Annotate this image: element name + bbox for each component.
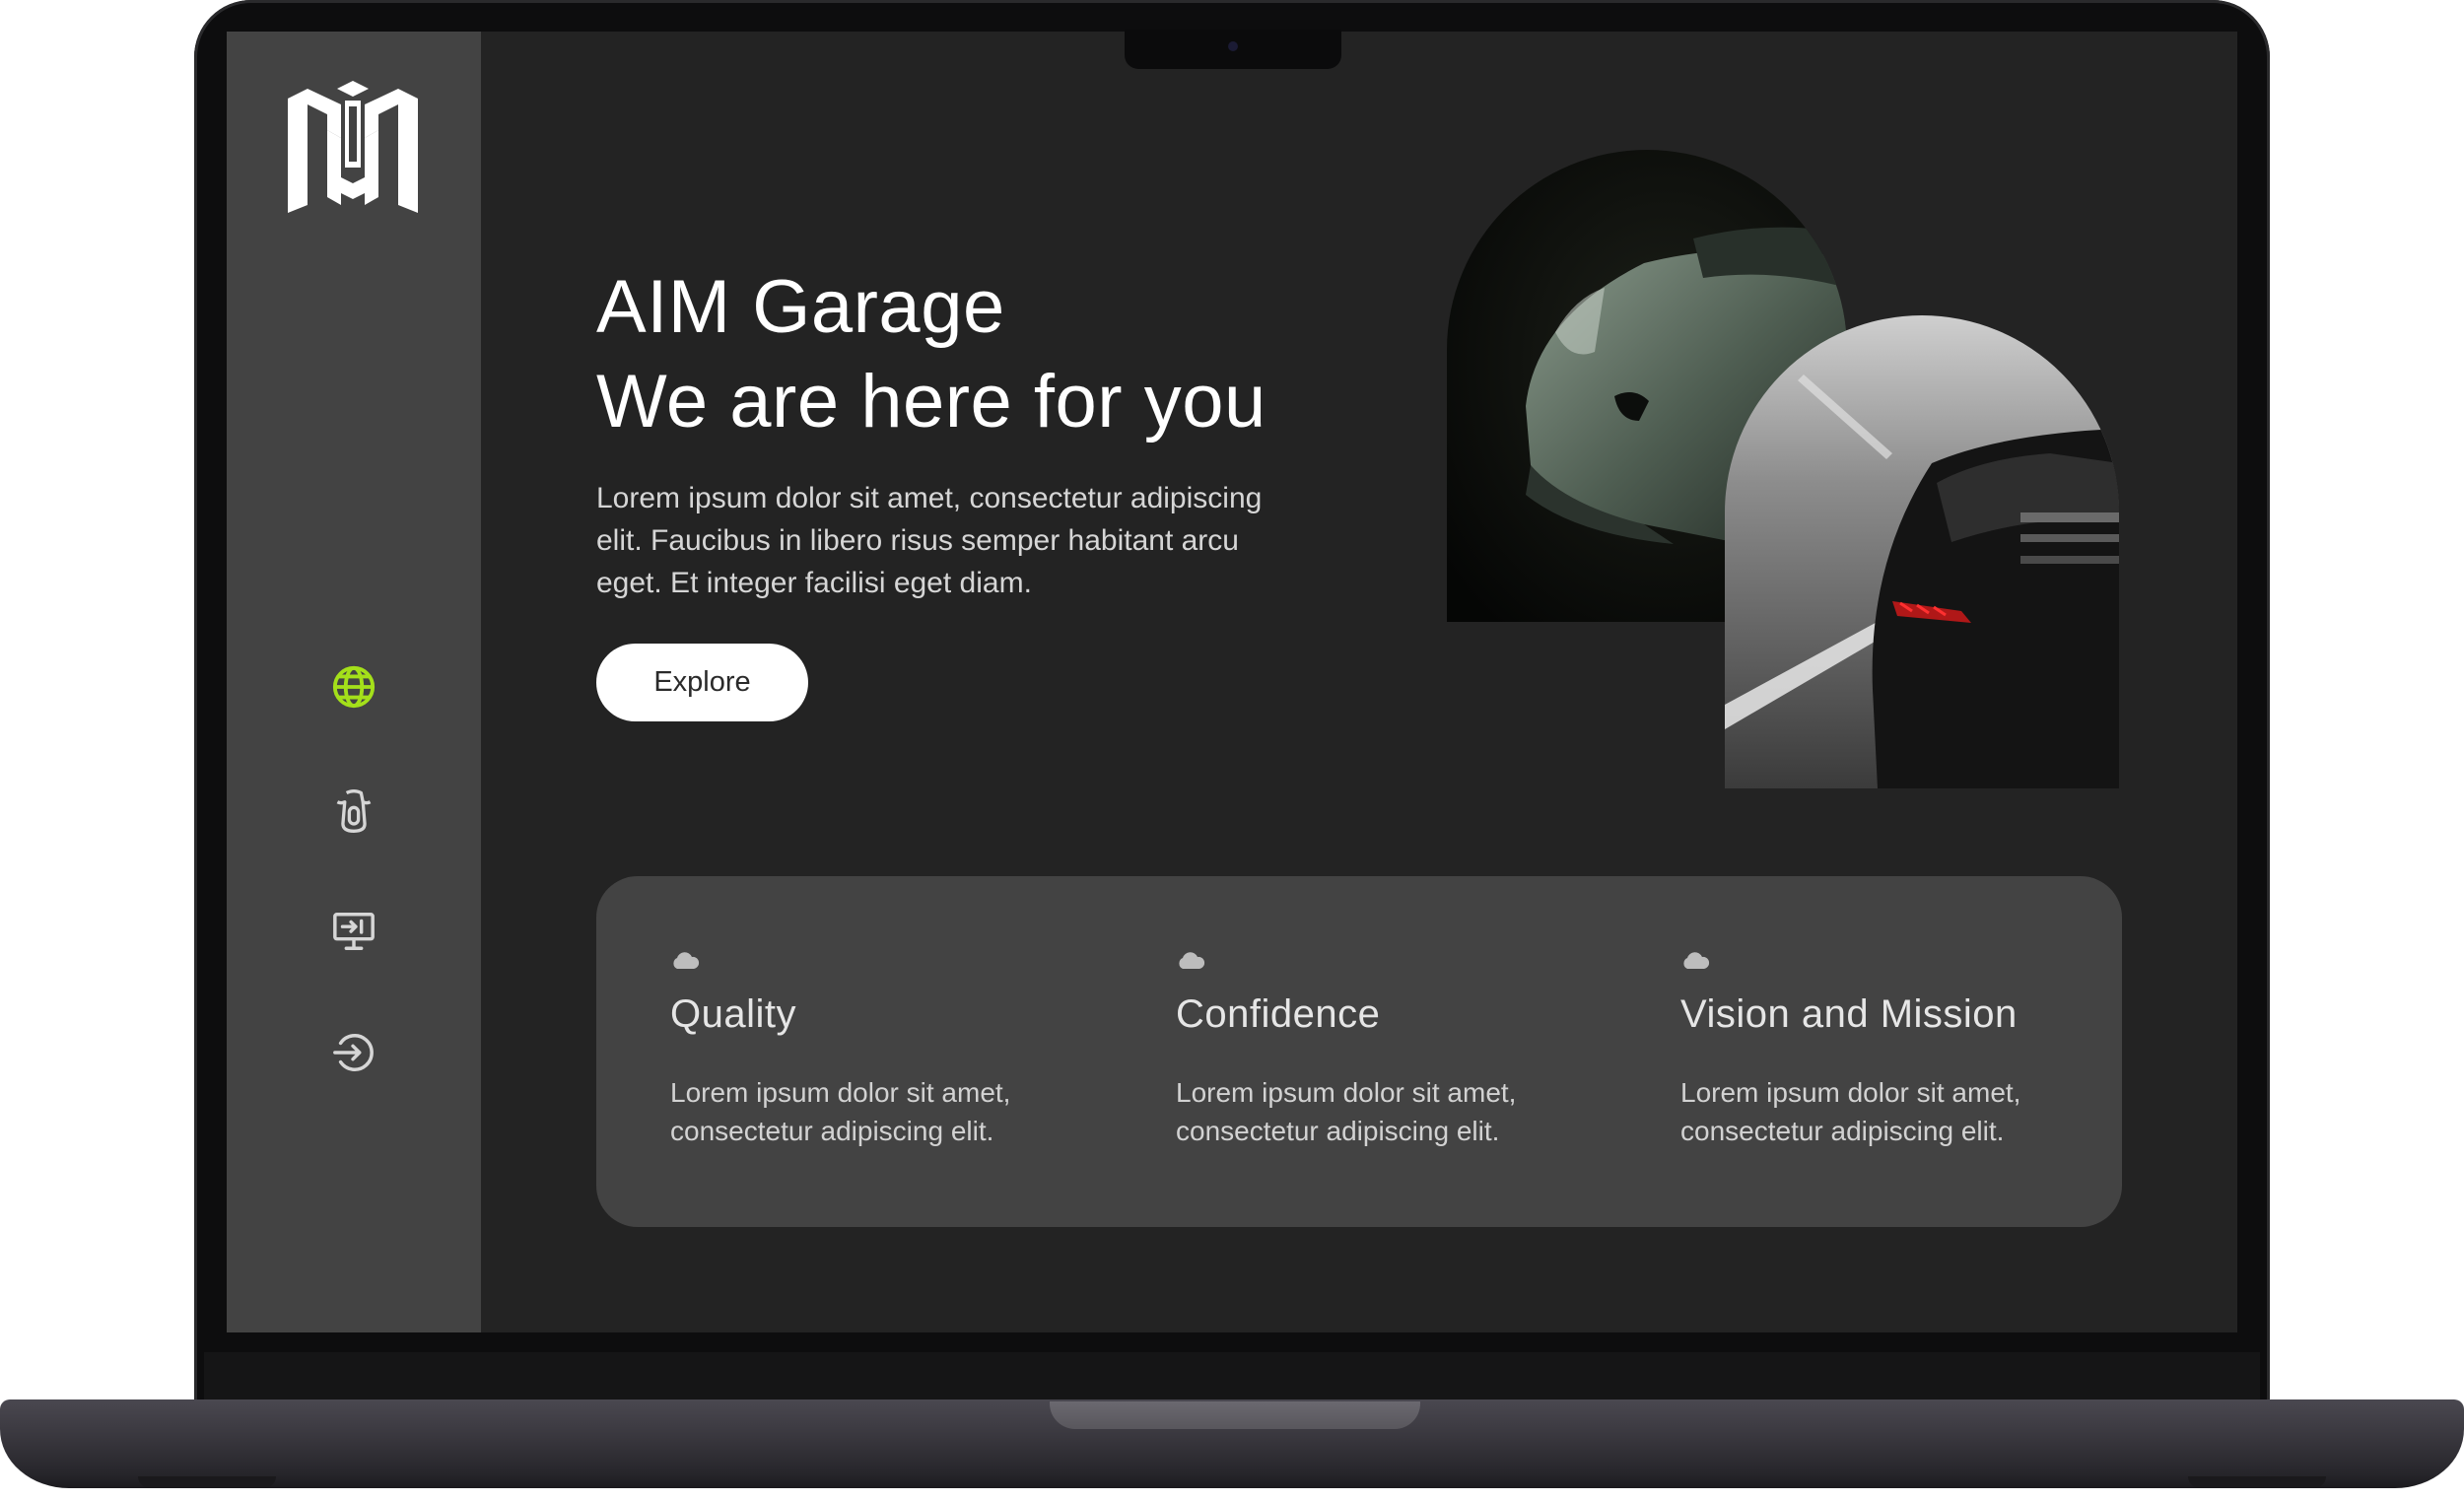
nav-item-monitor[interactable] bbox=[329, 907, 378, 956]
hero-title: AIM Garage We are here for you bbox=[596, 260, 1266, 449]
nav-item-globe[interactable] bbox=[329, 662, 378, 712]
car-seat-icon bbox=[336, 789, 372, 833]
feature-title: Vision and Mission bbox=[1680, 992, 2018, 1036]
brand-logo[interactable] bbox=[286, 79, 420, 217]
hero-image-car-rear bbox=[1725, 315, 2119, 788]
laptop-chin bbox=[204, 1352, 2260, 1405]
hero-title-line1: AIM Garage bbox=[596, 265, 1005, 349]
laptop-opening-notch bbox=[1050, 1401, 1420, 1429]
screen-notch bbox=[1125, 30, 1341, 69]
feature-text: Lorem ipsum dolor sit amet, consectetur … bbox=[670, 1077, 1011, 1146]
explore-button[interactable]: Explore bbox=[596, 644, 808, 721]
cloud-icon bbox=[673, 952, 700, 969]
features-card: Quality Lorem ipsum dolor sit amet, cons… bbox=[596, 876, 2122, 1227]
sign-in-icon bbox=[333, 1034, 374, 1071]
hero-title-line2: We are here for you bbox=[596, 360, 1266, 443]
cloud-icon bbox=[1683, 952, 1710, 969]
feature-title: Confidence bbox=[1176, 992, 1381, 1036]
sidebar bbox=[227, 32, 481, 1332]
feature-text: Lorem ipsum dolor sit amet, consectetur … bbox=[1176, 1077, 1517, 1146]
cloud-icon bbox=[1179, 952, 1205, 969]
app-screen: AIM Garage We are here for you Lorem ips… bbox=[227, 32, 2237, 1332]
globe-icon bbox=[332, 665, 376, 709]
nav-item-signin[interactable] bbox=[329, 1028, 378, 1077]
camera-icon bbox=[1228, 41, 1238, 51]
hero-description: Lorem ipsum dolor sit amet, consectetur … bbox=[596, 482, 1263, 599]
laptop-foot-right bbox=[2188, 1476, 2326, 1488]
laptop-foot-left bbox=[138, 1476, 276, 1488]
feature-text: Lorem ipsum dolor sit amet, consectetur … bbox=[1680, 1077, 2021, 1146]
nav-item-seat[interactable] bbox=[329, 786, 378, 836]
feature-title: Quality bbox=[670, 992, 796, 1036]
aim-logo-icon bbox=[288, 81, 418, 213]
monitor-icon bbox=[333, 913, 375, 950]
